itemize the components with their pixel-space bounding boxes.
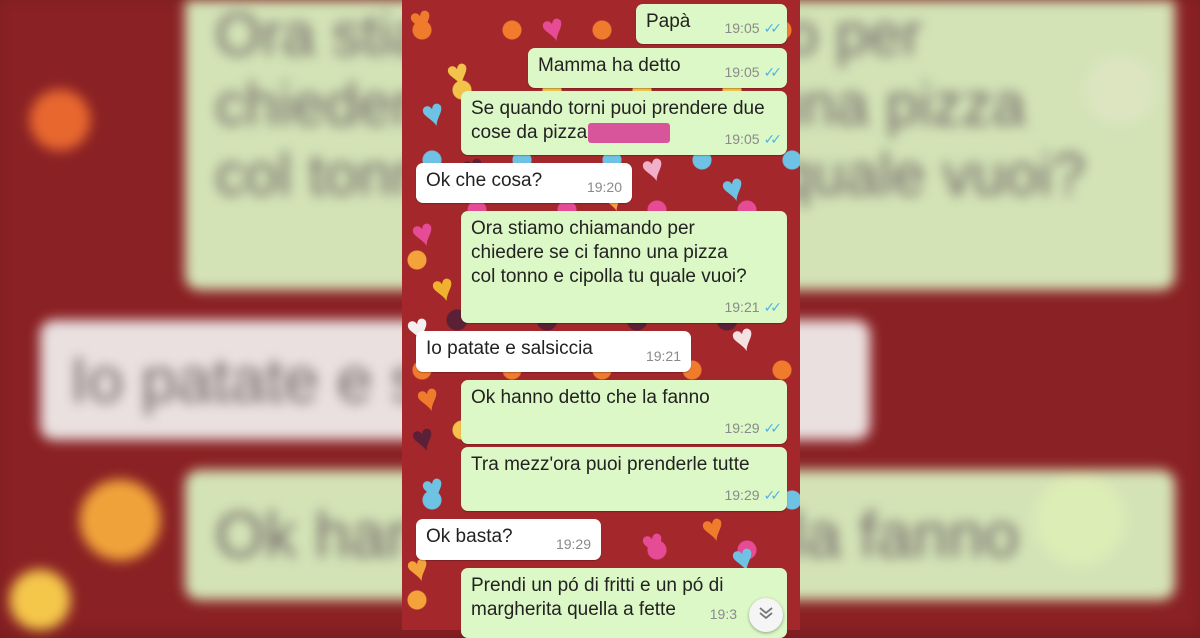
- message-time: 19:05: [724, 131, 760, 147]
- message-time: 19:29: [724, 420, 760, 436]
- message-outgoing[interactable]: Se quando torni puoi prendere due cose d…: [461, 91, 787, 155]
- message-outgoing[interactable]: Ora stiamo chiamando per chiedere se ci …: [461, 211, 787, 323]
- message-outgoing[interactable]: Tra mezz'ora puoi prenderle tutte 19:29 …: [461, 447, 787, 511]
- double-check-icon: ✓✓: [763, 299, 783, 315]
- redaction-mark: [588, 122, 671, 143]
- message-time: 19:3: [709, 606, 737, 622]
- message-meta: 19:21 ✓✓: [724, 295, 783, 319]
- message-meta: 19:05 ✓✓: [724, 60, 783, 84]
- message-text: Io patate e salsiccia: [426, 338, 593, 359]
- message-meta: 19:05 ✓✓: [724, 127, 783, 151]
- message-time: 19:05: [724, 64, 760, 80]
- message-time: 19:21: [645, 348, 681, 364]
- message-meta: 19:20: [587, 175, 622, 199]
- message-outgoing[interactable]: Papà 19:05 ✓✓: [636, 4, 787, 44]
- message-meta: 19:29 ✓✓: [724, 416, 783, 440]
- message-incoming[interactable]: Io patate e salsiccia 19:21: [416, 331, 691, 372]
- double-check-icon: ✓✓: [763, 20, 783, 36]
- message-meta: 19:05 ✓✓: [724, 16, 783, 40]
- message-outgoing[interactable]: Prendi un pó di fritti e un pó di marghe…: [461, 568, 787, 638]
- message-time: 19:29: [724, 487, 760, 503]
- message-time: 19:21: [724, 299, 760, 315]
- double-check-icon: ✓✓: [763, 64, 783, 80]
- message-meta: 19:3: [710, 602, 737, 626]
- message-text-line2: cose da pizza: [471, 122, 588, 143]
- message-outgoing[interactable]: Mamma ha detto 19:05 ✓✓: [528, 48, 787, 88]
- chevron-down-icon: [758, 606, 774, 625]
- message-meta: 19:29: [556, 532, 591, 556]
- message-time: 19:20: [586, 179, 622, 195]
- message-text: Ora stiamo chiamando per chiedere se ci …: [471, 218, 747, 287]
- message-time: 19:29: [555, 536, 591, 552]
- message-incoming[interactable]: Ok basta? 19:29: [416, 519, 601, 560]
- double-check-icon: ✓✓: [763, 131, 783, 147]
- double-check-icon: ✓✓: [763, 420, 783, 436]
- double-check-icon: ✓✓: [763, 487, 783, 503]
- message-text: Tra mezz'ora puoi prenderle tutte: [471, 454, 750, 475]
- message-incoming[interactable]: Ok che cosa? 19:20: [416, 163, 632, 203]
- message-meta: 19:21: [646, 344, 681, 368]
- message-outgoing[interactable]: Ok hanno detto che la fanno 19:29 ✓✓: [461, 380, 787, 444]
- message-text-line1: Se quando torni puoi prendere due: [471, 98, 765, 119]
- message-text: Ok hanno detto che la fanno: [471, 387, 710, 408]
- message-time: 19:05: [724, 20, 760, 36]
- message-meta: 19:29 ✓✓: [724, 483, 783, 507]
- scroll-down-button[interactable]: [749, 598, 783, 632]
